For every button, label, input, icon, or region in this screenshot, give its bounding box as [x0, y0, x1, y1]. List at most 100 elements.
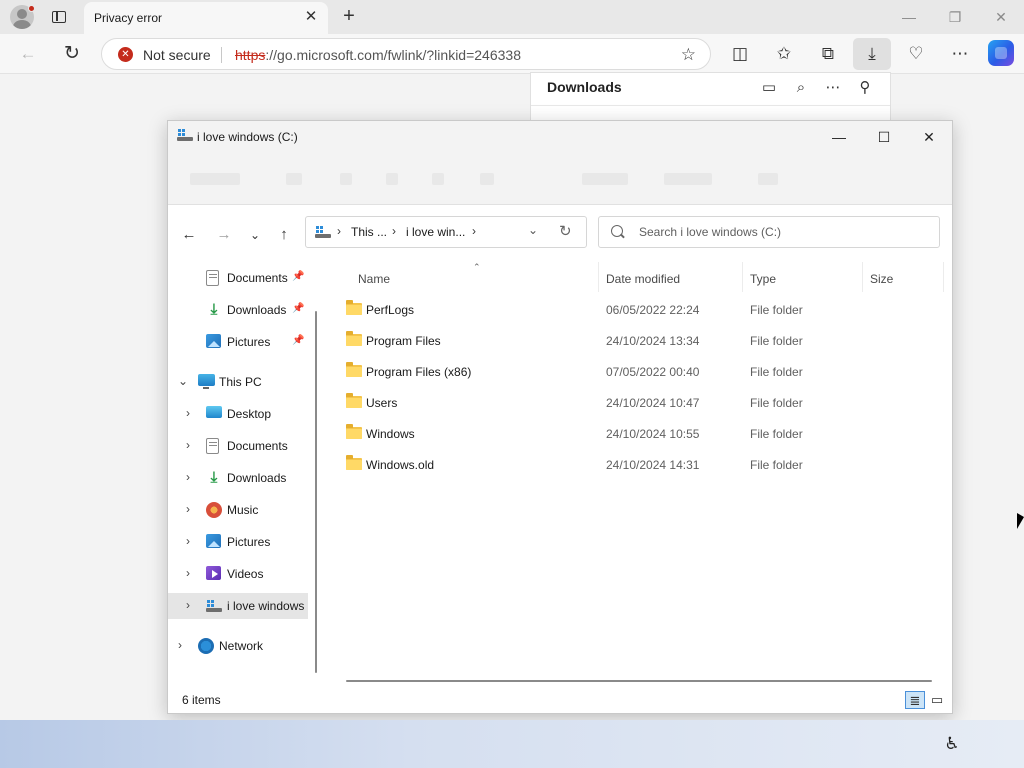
sort-button[interactable] [582, 173, 628, 185]
navigation-pane-scrollbar[interactable] [315, 311, 317, 673]
tab-actions-icon[interactable] [50, 8, 68, 26]
tiles-view-button[interactable]: ▭ [927, 691, 947, 709]
table-row[interactable]: Windows.old 24/10/2024 14:31 File folder [324, 449, 952, 480]
sidebar-item-documents[interactable]: › Documents [168, 433, 308, 459]
downloads-more-icon[interactable]: ⋯ [822, 77, 844, 99]
paste-button[interactable] [386, 173, 398, 185]
maximize-explorer-button[interactable]: ☐ [867, 125, 901, 149]
refresh-icon[interactable]: ↻ [559, 222, 572, 240]
back-icon[interactable]: ← [16, 42, 40, 66]
videos-icon [206, 566, 221, 580]
sidebar-item-pictures[interactable]: › Pictures [168, 529, 308, 555]
up-arrow-icon[interactable]: ↑ [273, 224, 295, 246]
address-bar[interactable]: ✕ Not secure https://go.microsoft.com/fw… [101, 38, 711, 70]
column-divider[interactable] [742, 262, 743, 292]
sidebar-item-music[interactable]: › Music [168, 497, 308, 523]
column-header-name[interactable]: Name [358, 272, 390, 286]
drive-icon [315, 226, 331, 241]
new-tab-button[interactable]: + [338, 6, 360, 28]
column-header-date[interactable]: Date modified [606, 272, 680, 286]
chevron-right-icon[interactable]: › [186, 598, 190, 612]
table-row[interactable]: Users 24/10/2024 10:47 File folder [324, 387, 952, 418]
chevron-right-icon[interactable]: › [178, 638, 182, 652]
details-view-button[interactable]: ≣ [905, 691, 925, 709]
tab-privacy-error[interactable]: Privacy error ✕ [84, 2, 328, 34]
file-name: Windows [366, 427, 415, 441]
sidebar-item-this-pc[interactable]: ⌄ This PC [168, 369, 308, 395]
sidebar-item-label: Network [219, 639, 264, 653]
column-header-size[interactable]: Size [870, 272, 893, 286]
minimize-explorer-button[interactable]: — [822, 125, 856, 149]
search-downloads-icon[interactable]: ⌕ [790, 77, 812, 99]
explorer-title-bar[interactable]: i love windows (C:) — ☐ ✕ [168, 121, 952, 153]
copilot-icon[interactable] [988, 40, 1014, 66]
column-divider[interactable] [862, 262, 863, 292]
url-text[interactable]: https://go.microsoft.com/fwlink/?linkid=… [235, 47, 521, 63]
address-breadcrumb[interactable]: › This ... › i love win... › ⌄ ↻ [305, 216, 587, 248]
pin-icon: 📌 [292, 335, 305, 346]
sidebar-item-network[interactable]: › Network [168, 633, 308, 659]
breadcrumb-separator[interactable]: › [392, 224, 396, 238]
file-type: File folder [750, 303, 803, 317]
sidebar-item-desktop[interactable]: › Desktop [168, 401, 308, 427]
file-type: File folder [750, 396, 803, 410]
collections-icon[interactable]: ⧉ [816, 42, 840, 66]
favorite-star-icon[interactable]: ☆ [681, 45, 696, 65]
sidebar-item-documents-quick[interactable]: Documents 📌 [168, 265, 308, 291]
sidebar-item-pictures-quick[interactable]: Pictures 📌 [168, 329, 308, 355]
cut-button[interactable] [286, 173, 302, 185]
file-date: 24/10/2024 10:55 [606, 427, 700, 441]
table-row[interactable]: PerfLogs 06/05/2022 22:24 File folder [324, 294, 952, 325]
recent-locations-icon[interactable]: ⌄ [244, 224, 266, 246]
chevron-right-icon[interactable]: › [186, 534, 190, 548]
downloads-button[interactable]: ⤓ [853, 38, 891, 70]
column-divider[interactable] [943, 262, 944, 292]
sidebar-item-drive-c[interactable]: › i love windows [168, 593, 308, 619]
close-tab-icon[interactable]: ✕ [302, 8, 320, 26]
command-bar [168, 153, 952, 205]
back-arrow-icon[interactable]: ← [178, 224, 200, 246]
sidebar-item-downloads[interactable]: › ⤓ Downloads [168, 465, 308, 491]
breadcrumb-separator[interactable]: › [472, 224, 476, 238]
column-divider[interactable] [598, 262, 599, 292]
breadcrumb-drive[interactable]: i love win... [406, 225, 465, 239]
chevron-down-icon[interactable]: ⌄ [528, 223, 538, 237]
close-browser-button[interactable]: ✕ [990, 6, 1012, 28]
sidebar-item-videos[interactable]: › Videos [168, 561, 308, 587]
column-header-type[interactable]: Type [750, 272, 776, 286]
open-folder-icon[interactable]: ▭ [758, 77, 780, 99]
minimize-browser-button[interactable]: — [898, 6, 920, 28]
not-secure-icon: ✕ [118, 47, 133, 62]
more-icon[interactable]: ⋯ [948, 42, 972, 66]
file-list-scrollbar[interactable] [346, 680, 932, 682]
favorites-icon[interactable]: ✩ [772, 42, 796, 66]
breadcrumb-this-pc[interactable]: This ... [351, 225, 387, 239]
see-more-button[interactable] [758, 173, 778, 185]
copy-button[interactable] [340, 173, 352, 185]
view-button[interactable] [664, 173, 712, 185]
share-button[interactable] [480, 173, 494, 185]
reload-icon[interactable]: ↻ [60, 42, 84, 66]
breadcrumb-separator[interactable]: › [337, 224, 341, 238]
sidebar-item-downloads-quick[interactable]: ⤓ Downloads 📌 [168, 297, 308, 323]
security-label[interactable]: Not secure [143, 47, 211, 63]
pin-panel-icon[interactable]: ⚲ [854, 77, 876, 99]
close-explorer-button[interactable]: ✕ [912, 125, 946, 149]
chevron-right-icon[interactable]: › [186, 502, 190, 516]
chevron-right-icon[interactable]: › [186, 566, 190, 580]
table-row[interactable]: Program Files 24/10/2024 13:34 File fold… [324, 325, 952, 356]
accessibility-icon[interactable]: ♿ [942, 734, 962, 754]
new-button[interactable] [190, 173, 240, 185]
browser-essentials-icon[interactable]: ♡ [904, 42, 928, 66]
restore-browser-button[interactable]: ❐ [944, 6, 966, 28]
split-screen-icon[interactable]: ◫ [728, 42, 752, 66]
chevron-down-icon[interactable]: ⌄ [178, 374, 188, 388]
rename-button[interactable] [432, 173, 444, 185]
table-row[interactable]: Windows 24/10/2024 10:55 File folder [324, 418, 952, 449]
chevron-right-icon[interactable]: › [186, 406, 190, 420]
chevron-right-icon[interactable]: › [186, 438, 190, 452]
forward-arrow-icon[interactable]: → [213, 224, 235, 246]
search-input[interactable]: Search i love windows (C:) [598, 216, 940, 248]
table-row[interactable]: Program Files (x86) 07/05/2022 00:40 Fil… [324, 356, 952, 387]
chevron-right-icon[interactable]: › [186, 470, 190, 484]
